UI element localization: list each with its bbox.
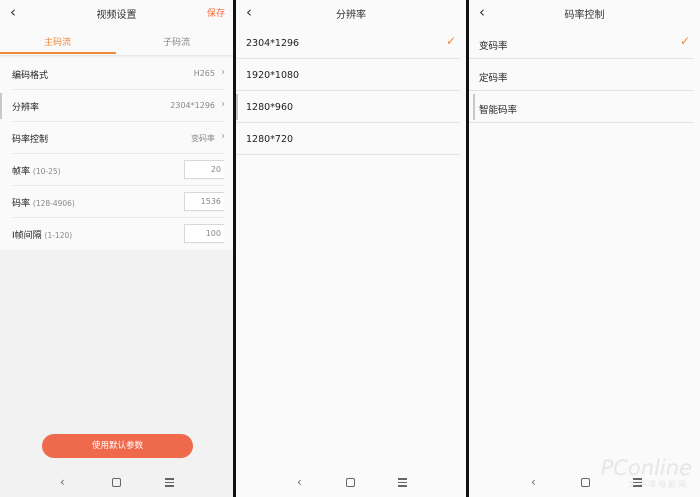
video-settings-panel: ‹ 视频设置 保存 主码流 子码流 编码格式 H265 › 分辨率 2304*1… — [0, 0, 233, 497]
option-label: 1920*1080 — [246, 70, 300, 81]
save-button[interactable]: 保存 — [207, 6, 225, 19]
row-label: 码率控制 — [12, 135, 49, 145]
bitrate-row: 码率 (128-4906) 1536 — [0, 186, 233, 218]
page-title: 视频设置 — [96, 10, 137, 21]
system-nav-bar: ‹ — [469, 472, 700, 494]
option-item[interactable]: 1280*720 — [236, 123, 466, 155]
bitrate-control-panel: ‹ 码率控制 变码率 ✓ 定码率 智能码率 PConline 太平洋电脑网 ‹ — [469, 0, 700, 497]
option-item[interactable]: 定码率 — [469, 59, 700, 91]
encoding-format-row[interactable]: 编码格式 H265 › — [0, 58, 233, 90]
back-triangle-icon[interactable]: ‹ — [297, 475, 302, 489]
back-triangle-icon[interactable]: ‹ — [60, 475, 65, 489]
option-label: 变码率 — [479, 41, 508, 52]
header-bar: ‹ 视频设置 保存 — [0, 0, 233, 26]
option-item[interactable]: 1280*960 — [236, 91, 466, 123]
iframe-interval-row: I帧间隔 (1-120) 100 — [0, 218, 233, 250]
option-label: 2304*1296 — [246, 38, 300, 49]
row-value: 2304*1296 — [170, 101, 215, 110]
use-default-params-button[interactable]: 使用默认参数 — [42, 434, 193, 458]
menu-lines-icon[interactable] — [165, 478, 174, 487]
row-label: 分辨率 — [12, 103, 40, 113]
home-square-icon[interactable] — [581, 478, 590, 487]
back-triangle-icon[interactable]: ‹ — [531, 475, 536, 489]
system-nav-bar: ‹ — [236, 472, 466, 494]
row-divider — [469, 122, 694, 123]
range-hint: (1-120) — [44, 231, 73, 240]
tab-sub-stream[interactable]: 子码流 — [163, 35, 190, 48]
option-item[interactable]: 1920*1080 — [236, 59, 466, 91]
selection-indicator — [236, 94, 238, 120]
option-label: 智能码率 — [479, 105, 518, 116]
option-label: 定码率 — [479, 73, 508, 84]
menu-lines-icon[interactable] — [633, 478, 642, 487]
bitrate-input[interactable]: 1536 — [184, 192, 224, 211]
checkmark-icon: ✓ — [445, 34, 456, 48]
framerate-row: 帧率 (10-25) 20 — [0, 154, 233, 186]
active-tab-underline — [0, 52, 116, 54]
chevron-right-icon: › — [221, 131, 225, 142]
chevron-right-icon: › — [221, 67, 225, 78]
bitrate-control-row[interactable]: 码率控制 变码率 › — [0, 122, 233, 154]
page-title: 分辨率 — [336, 10, 366, 21]
home-square-icon[interactable] — [112, 478, 121, 487]
system-nav-bar: ‹ — [0, 472, 233, 494]
range-hint: (10-25) — [32, 167, 61, 176]
option-label: 1280*960 — [246, 102, 294, 113]
row-divider — [236, 154, 460, 155]
row-value: H265 — [193, 69, 215, 78]
row-value: 变码率 — [191, 134, 215, 143]
row-label: 帧率 (10-25) — [12, 167, 61, 177]
chevron-right-icon: › — [221, 99, 225, 110]
tab-main-stream[interactable]: 主码流 — [44, 35, 71, 48]
row-label: 编码格式 — [12, 71, 49, 81]
checkmark-icon: ✓ — [679, 34, 690, 48]
resolution-panel: ‹ 分辨率 2304*1296 ✓ 1920*1080 1280*960 128… — [236, 0, 466, 497]
header-bar: ‹ 码率控制 — [469, 0, 700, 26]
header-bar: ‹ 分辨率 — [236, 0, 466, 26]
menu-lines-icon[interactable] — [398, 478, 407, 487]
home-square-icon[interactable] — [346, 478, 355, 487]
option-item[interactable]: 智能码率 — [469, 91, 700, 123]
option-item[interactable]: 变码率 ✓ — [469, 27, 700, 59]
option-item[interactable]: 2304*1296 ✓ — [236, 27, 466, 59]
range-hint: (128-4906) — [32, 199, 75, 208]
iframe-interval-input[interactable]: 100 — [184, 224, 224, 243]
resolution-row[interactable]: 分辨率 2304*1296 › — [0, 90, 233, 122]
row-label: I帧间隔 (1-120) — [12, 231, 73, 241]
framerate-input[interactable]: 20 — [184, 160, 224, 179]
row-label: 码率 (128-4906) — [12, 199, 75, 209]
selection-indicator — [0, 93, 2, 119]
option-label: 1280*720 — [246, 134, 294, 145]
selection-indicator — [473, 94, 475, 120]
page-title: 码率控制 — [564, 10, 605, 21]
stream-tabs: 主码流 子码流 — [0, 26, 233, 56]
